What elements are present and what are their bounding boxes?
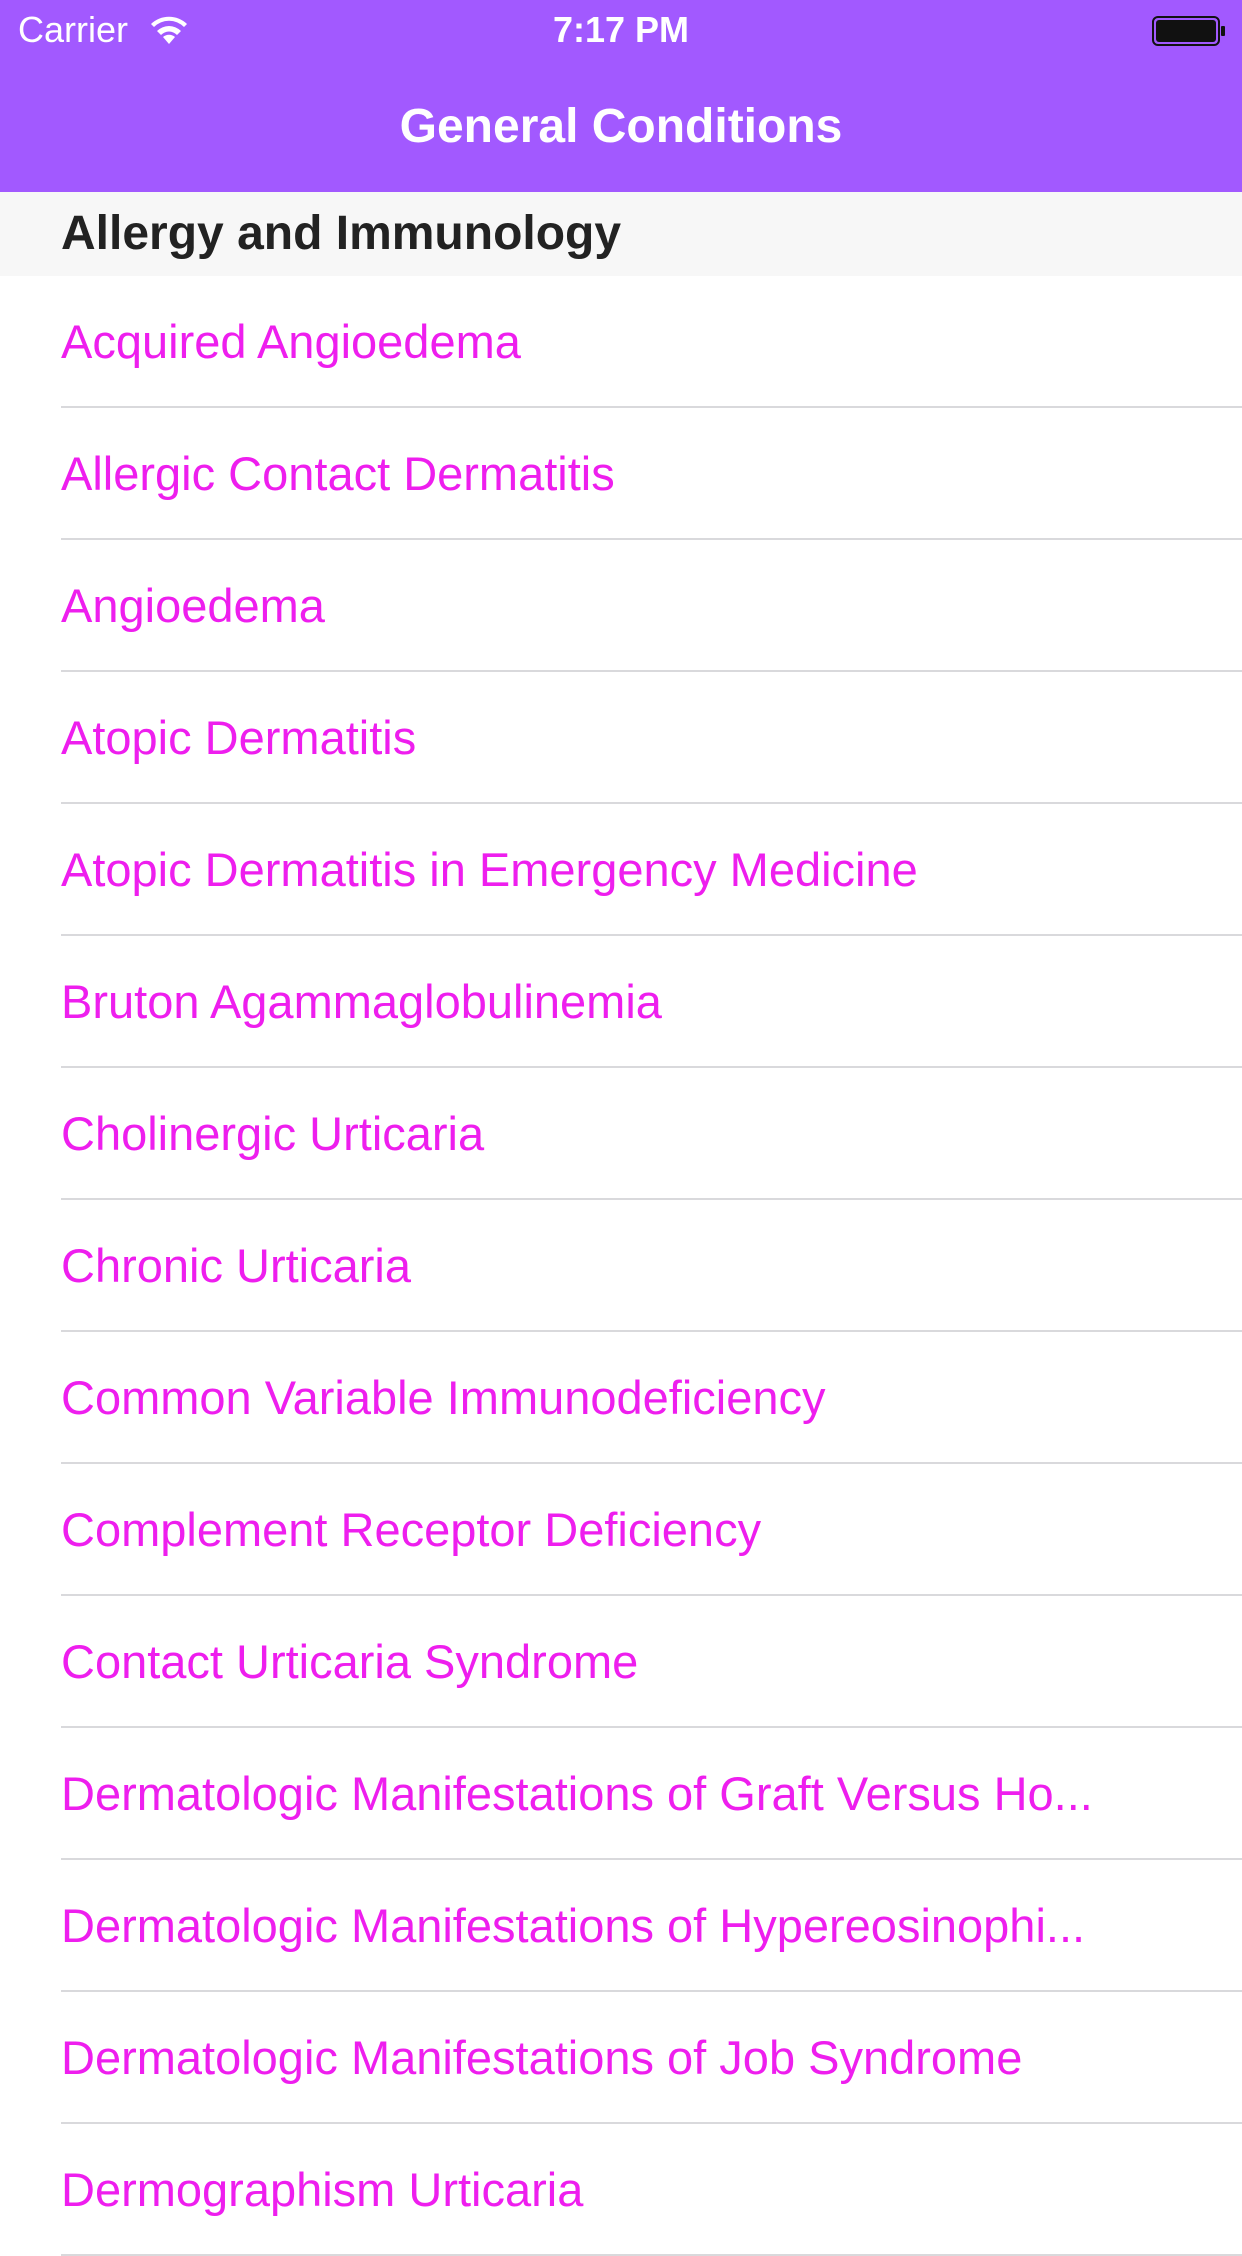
list-item-label: Dermographism Urticaria — [61, 2163, 584, 2216]
list-item[interactable]: Allergic Contact Dermatitis — [0, 408, 1242, 540]
list-item-label: Allergic Contact Dermatitis — [61, 447, 615, 500]
list-item[interactable]: Angioedema — [0, 540, 1242, 672]
list-item-label: Dermatologic Manifestations of Job Syndr… — [61, 2031, 1023, 2084]
section-header: Allergy and Immunology — [0, 192, 1242, 276]
list-item-label: Dermatologic Manifestations of Graft Ver… — [61, 1767, 1093, 1820]
list-item[interactable]: Cholinergic Urticaria — [0, 1068, 1242, 1200]
list-item-label: Chronic Urticaria — [61, 1239, 411, 1292]
status-time: 7:17 PM — [552, 9, 690, 50]
list-item-label: Contact Urticaria Syndrome — [61, 1635, 639, 1688]
battery-icon — [1152, 16, 1225, 46]
list-item-label: Bruton Agammaglobulinemia — [61, 975, 662, 1028]
list-item-label: Complement Receptor Deficiency — [61, 1503, 762, 1556]
navigation-bar: Carrier 7:17 PM General Conditions — [0, 0, 1242, 192]
list-item[interactable]: Acquired Angioedema — [0, 276, 1242, 408]
list-item[interactable]: Dermatologic Manifestations of Hypereosi… — [0, 1860, 1242, 1992]
list-item-label: Atopic Dermatitis in Emergency Medicine — [61, 843, 918, 896]
list-item[interactable]: Contact Urticaria Syndrome — [0, 1596, 1242, 1728]
list-item[interactable]: Bruton Agammaglobulinemia — [0, 936, 1242, 1068]
conditions-list: Acquired Angioedema Allergic Contact Der… — [0, 276, 1242, 2256]
list-item[interactable]: Common Variable Immunodeficiency — [0, 1332, 1242, 1464]
list-item-label: Acquired Angioedema — [61, 315, 521, 368]
list-item[interactable]: Atopic Dermatitis in Emergency Medicine — [0, 804, 1242, 936]
list-item[interactable]: Atopic Dermatitis — [0, 672, 1242, 804]
list-item-label: Angioedema — [61, 579, 325, 632]
list-item[interactable]: Dermographism Urticaria — [0, 2124, 1242, 2256]
section-title: Allergy and Immunology — [61, 207, 622, 260]
list-item-label: Atopic Dermatitis — [61, 711, 417, 764]
list-item[interactable]: Chronic Urticaria — [0, 1200, 1242, 1332]
list-item[interactable]: Dermatologic Manifestations of Job Syndr… — [0, 1992, 1242, 2124]
status-bar: Carrier 7:17 PM — [0, 0, 1242, 60]
list-item-label: Common Variable Immunodeficiency — [61, 1371, 826, 1424]
list-item-label: Cholinergic Urticaria — [61, 1107, 485, 1160]
page-title: General Conditions — [399, 100, 843, 153]
list-item-label: Dermatologic Manifestations of Hypereosi… — [61, 1899, 1086, 1952]
list-item[interactable]: Complement Receptor Deficiency — [0, 1464, 1242, 1596]
list-item[interactable]: Dermatologic Manifestations of Graft Ver… — [0, 1728, 1242, 1860]
